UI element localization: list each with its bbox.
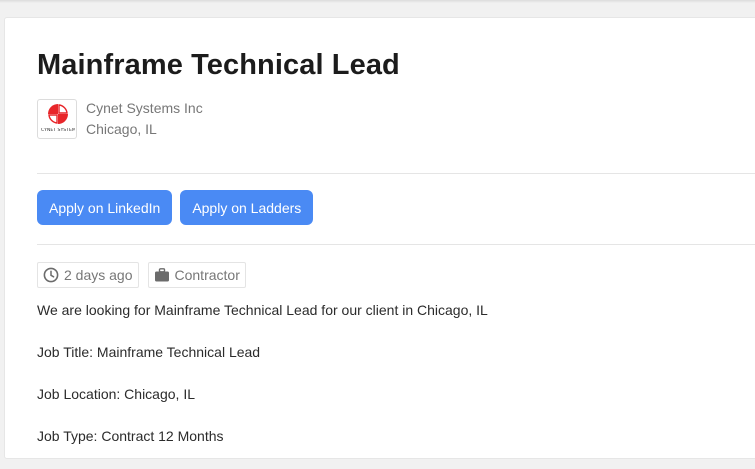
posted-tag: 2 days ago xyxy=(37,262,139,288)
divider xyxy=(37,244,755,245)
top-shadow xyxy=(0,0,755,3)
clock-icon xyxy=(43,267,59,283)
company-row: CYNET SYSTEMS Cynet Systems Inc Chicago,… xyxy=(37,99,203,140)
posted-time: 2 days ago xyxy=(64,267,133,283)
logo-text: CYNET SYSTEMS xyxy=(41,128,75,133)
job-location: Chicago, IL xyxy=(86,121,157,137)
description-paragraph: Job Title: Mainframe Technical Lead xyxy=(37,344,261,360)
job-card: Mainframe Technical Lead CYNET SYSTEMS C… xyxy=(4,17,755,459)
job-title: Mainframe Technical Lead xyxy=(37,49,400,81)
company-info: Cynet Systems Inc Chicago, IL xyxy=(86,98,203,140)
company-name: Cynet Systems Inc xyxy=(86,100,203,116)
cynet-logo-icon xyxy=(48,104,68,124)
description-paragraph: Job Location: Chicago, IL xyxy=(37,386,195,402)
job-description: We are looking for Mainframe Technical L… xyxy=(37,301,737,469)
job-type: Contractor xyxy=(174,267,240,283)
briefcase-icon xyxy=(154,268,169,282)
divider xyxy=(37,173,755,174)
job-type-tag: Contractor xyxy=(147,262,246,288)
apply-ladders-button[interactable]: Apply on Ladders xyxy=(180,190,314,225)
apply-buttons: Apply on LinkedIn Apply on Ladders xyxy=(37,190,314,225)
description-paragraph: We are looking for Mainframe Technical L… xyxy=(37,302,488,318)
job-meta-tags: 2 days ago Contractor xyxy=(37,262,246,288)
company-logo[interactable]: CYNET SYSTEMS xyxy=(37,99,77,139)
apply-linkedin-button[interactable]: Apply on LinkedIn xyxy=(37,190,173,225)
description-paragraph: Job Type: Contract 12 Months xyxy=(37,428,224,444)
